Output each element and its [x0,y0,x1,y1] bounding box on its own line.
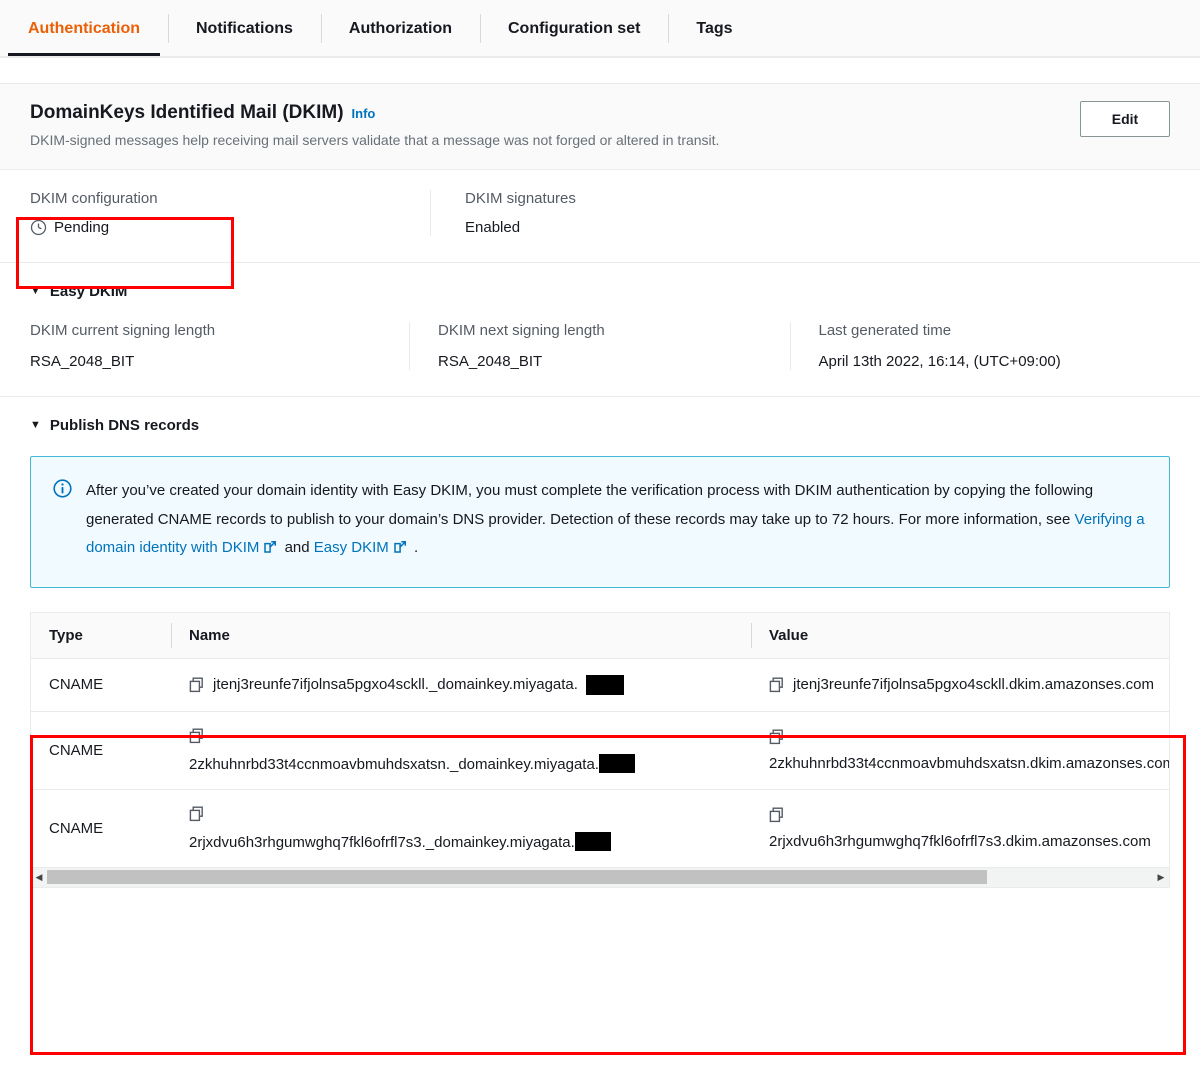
dkim-signatures-value: Enabled [465,219,521,236]
dns-records-table: Type Name Value CNAME jtenj3reunfe7ifjol… [31,612,1170,868]
tab-notifications[interactable]: Notifications [168,0,321,57]
tab-authorization[interactable]: Authorization [320,0,480,57]
dkim-configuration-value: Pending [54,219,110,236]
cell-value: 2rjxdvu6h3rhgumwghq7fkl6ofrfl7s3.dkim.am… [751,789,1169,868]
copy-icon[interactable] [189,728,205,744]
scrollbar-track[interactable] [47,870,1153,884]
tab-label: Authentication [28,19,140,37]
column-header-name: Name [171,612,751,659]
cell-value: jtenj3reunfe7ifjolnsa5pgxo4sckll.dkim.am… [751,658,1169,712]
easy-dkim-toggle[interactable]: ▼ Easy DKIM [30,283,1170,300]
scroll-left-arrow-icon[interactable]: ◀ [31,872,47,883]
table-row: CNAME 2rjxdvu6h3rhgumwghq7fkl6ofrfl7s3._… [31,789,1169,868]
cell-value-text: 2zkhuhnrbd33t4ccnmoavbmuhdsxatsn.dkim.am… [769,754,1170,772]
cell-value-text: 2rjxdvu6h3rhgumwghq7fkl6ofrfl7s3.dkim.am… [769,832,1151,850]
last-generated-time-value: April 13th 2022, 16:14, (UTC+09:00) [818,353,1061,370]
info-link[interactable]: Info [352,106,376,121]
table-row: CNAME jtenj3reunfe7ifjolnsa5pgxo4sckll._… [31,658,1169,712]
table-row: CNAME 2zkhuhnrbd33t4ccnmoavbmuhdsxatsn._… [31,711,1170,790]
info-alert-text: After you’ve created your domain identit… [86,477,1147,565]
cell-type: CNAME [31,789,171,868]
tab-label: Configuration set [507,19,641,37]
publish-dns-section: ▼ Publish DNS records [0,397,1200,434]
tab-label: Notifications [196,19,293,37]
cell-name: 2zkhuhnrbd33t4ccnmoavbmuhdsxatsn._domain… [171,711,751,790]
column-header-type: Type [31,612,171,659]
copy-icon[interactable] [769,677,785,693]
edit-button[interactable]: Edit [1080,101,1170,137]
status-badge: Pending [30,219,430,236]
caret-down-icon: ▼ [30,285,41,297]
dkim-panel: DomainKeys Identified Mail (DKIM) Info DK… [0,83,1200,888]
copy-icon[interactable] [189,806,205,822]
cell-value: 2zkhuhnrbd33t4ccnmoavbmuhdsxatsn.dkim.am… [751,711,1170,790]
scrollbar-thumb[interactable] [47,870,988,884]
next-signing-length-field: DKIM next signing length RSA_2048_BIT [408,322,790,370]
column-header-value: Value [751,612,1169,659]
tab-authentication[interactable]: Authentication [0,0,168,57]
clock-icon [30,219,47,236]
panel-description: DKIM-signed messages help receiving mail… [30,132,720,148]
table-horizontal-scrollbar[interactable]: ◀ ▶ [30,867,1170,888]
external-link-icon [393,536,408,565]
tab-bar-underline [0,56,1200,57]
dkim-signatures-field: DKIM signatures Enabled [430,190,830,236]
caret-down-icon: ▼ [30,419,41,431]
cell-name: jtenj3reunfe7ifjolnsa5pgxo4sckll._domain… [171,658,751,712]
next-signing-length-label: DKIM next signing length [437,322,605,339]
copy-icon[interactable] [769,729,785,745]
info-alert: After you’ve created your domain identit… [30,456,1170,588]
cell-name-text: 2rjxdvu6h3rhgumwghq7fkl6ofrfl7s3._domain… [189,833,575,851]
cell-name: 2rjxdvu6h3rhgumwghq7fkl6ofrfl7s3._domain… [171,789,751,868]
info-circle-icon [53,477,72,565]
alert-text-end: . [409,539,419,556]
tab-label: Tags [696,19,733,37]
current-signing-length-label: DKIM current signing length [30,322,216,339]
easy-dkim-heading: Easy DKIM [49,283,128,300]
easy-dkim-link[interactable]: Easy DKIM [314,539,389,556]
publish-dns-heading: Publish DNS records [49,417,200,434]
copy-icon[interactable] [769,807,785,823]
tab-label: Authorization [348,19,452,37]
tab-bar: Authentication Notifications Authorizati… [0,0,1200,58]
page-title: DomainKeys Identified Mail (DKIM) [30,102,344,123]
publish-dns-toggle[interactable]: ▼ Publish DNS records [30,417,1170,434]
redaction-block [598,753,635,773]
redaction-block [585,674,624,695]
cell-name-text: 2zkhuhnrbd33t4ccnmoavbmuhdsxatsn._domain… [189,755,599,773]
tab-tags[interactable]: Tags [668,0,760,57]
scroll-right-arrow-icon[interactable]: ▶ [1153,872,1169,883]
dns-records-table-container: Type Name Value CNAME jtenj3reunfe7ifjol… [30,611,1170,868]
dkim-status-row: DKIM configuration Pending DKIM signatur… [0,170,1200,263]
dkim-configuration-label: DKIM configuration [30,190,158,207]
dkim-configuration-field: DKIM configuration Pending [30,190,430,236]
cell-type: CNAME [31,658,171,712]
cell-type: CNAME [31,711,171,790]
easy-dkim-section: ▼ Easy DKIM DKIM current signing length … [0,263,1200,396]
current-signing-length-value: RSA_2048_BIT [30,353,135,370]
last-generated-time-field: Last generated time April 13th 2022, 16:… [789,322,1171,370]
redaction-block [574,831,611,851]
last-generated-time-label: Last generated time [818,322,952,339]
dkim-signatures-label: DKIM signatures [465,190,576,207]
external-link-icon [263,536,278,565]
tab-configuration-set[interactable]: Configuration set [479,0,668,57]
table-header-row: Type Name Value [31,612,1169,659]
cell-value-text: jtenj3reunfe7ifjolnsa5pgxo4sckll.dkim.am… [793,676,1155,693]
copy-icon[interactable] [189,677,205,693]
cell-name-text: jtenj3reunfe7ifjolnsa5pgxo4sckll._domain… [213,676,578,693]
alert-text-part-1: After you’ve created your domain identit… [86,482,1094,528]
panel-header: DomainKeys Identified Mail (DKIM) Info DK… [0,84,1200,170]
next-signing-length-value: RSA_2048_BIT [437,353,543,370]
current-signing-length-field: DKIM current signing length RSA_2048_BIT [30,322,409,370]
alert-text-between: and [280,539,314,556]
easy-dkim-fields: DKIM current signing length RSA_2048_BIT… [30,322,1170,396]
